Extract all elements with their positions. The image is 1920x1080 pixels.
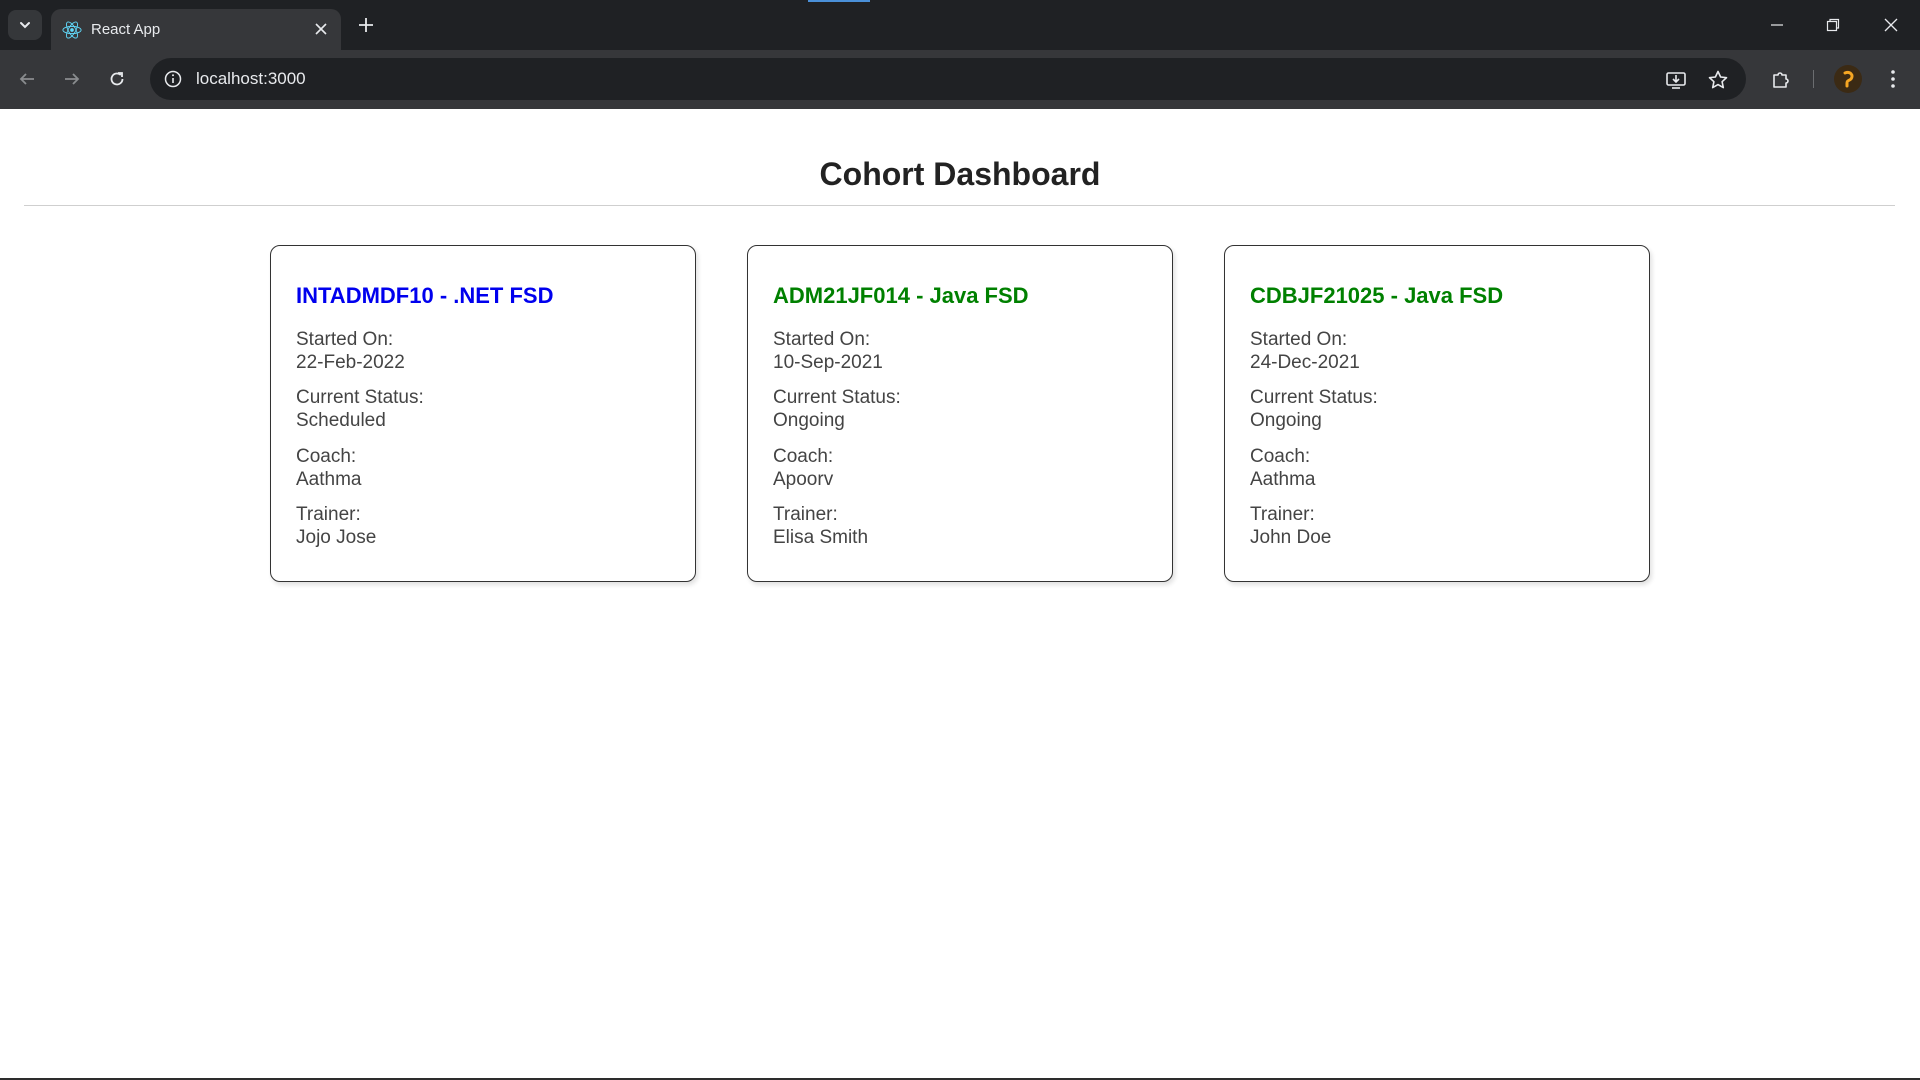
started-on-field: Started On: 24-Dec-2021 [1250,328,1360,374]
reload-button[interactable] [102,64,132,94]
new-tab-button[interactable] [352,11,380,39]
arrow-left-icon [19,73,34,85]
field-label: Coach: [773,446,834,467]
toolbar-separator [1813,70,1814,88]
puzzle-icon [1773,72,1789,88]
field-label: Current Status: [1250,387,1378,408]
bookmark-button[interactable] [1705,67,1731,93]
profile-avatar[interactable] [1834,65,1862,93]
field-value: Aathma [1250,469,1316,490]
field-label: Coach: [296,446,357,467]
field-label: Trainer: [1250,504,1315,525]
profile-icon [1843,71,1854,88]
cohort-card-list: INTADMDF10 - .NET FSD Started On: 22-Feb… [270,245,1652,585]
install-app-icon [1666,72,1686,89]
coach-field: Coach: Apoorv [773,445,833,491]
plus-icon [359,18,373,32]
forward-button[interactable] [57,64,87,94]
minimize-icon [1771,24,1783,26]
trainer-field: Trainer: John Doe [1250,503,1331,549]
chevron-down-icon [20,22,30,29]
restore-button[interactable] [1818,11,1848,39]
tab-title: React App [91,21,161,38]
field-value: 24-Dec-2021 [1250,352,1360,373]
started-on-field: Started On: 22-Feb-2022 [296,328,405,374]
kebab-menu-icon [1891,70,1895,88]
minimize-button[interactable] [1762,11,1792,39]
url-text[interactable]: localhost:3000 [196,69,306,89]
current-status-field: Current Status: Ongoing [773,386,901,432]
arrow-right-icon [65,73,80,85]
header-divider [24,205,1895,206]
info-icon[interactable] [163,69,183,89]
field-label: Trainer: [773,504,838,525]
react-icon [62,21,82,39]
field-value: Jojo Jose [296,527,377,548]
close-window-button[interactable] [1876,11,1906,39]
active-tab[interactable]: React App [51,9,341,50]
loading-indicator [808,0,870,2]
coach-field: Coach: Aathma [1250,445,1315,491]
field-label: Coach: [1250,446,1311,467]
browser-toolbar: localhost:3000 [0,50,1920,109]
field-value: Aathma [296,469,362,490]
field-value: Ongoing [1250,410,1322,431]
cohort-title: ADM21JF014 - Java FSD [773,283,1029,308]
field-value: Ongoing [773,410,845,431]
tab-search-button[interactable] [8,10,42,40]
field-value: Apoorv [773,469,834,490]
trainer-field: Trainer: Elisa Smith [773,503,868,549]
field-value: John Doe [1250,527,1332,548]
current-status-field: Current Status: Ongoing [1250,386,1378,432]
reload-icon [110,72,124,86]
field-label: Trainer: [296,504,361,525]
field-label: Current Status: [773,387,901,408]
back-button[interactable] [12,64,42,94]
field-value: 22-Feb-2022 [296,352,405,373]
restore-icon [1826,18,1840,32]
trainer-field: Trainer: Jojo Jose [296,503,376,549]
close-icon [315,23,327,35]
field-value: Elisa Smith [773,527,869,548]
field-label: Current Status: [296,387,424,408]
field-value: Scheduled [296,410,386,431]
cohort-card: ADM21JF014 - Java FSD Started On: 10-Sep… [747,245,1173,582]
install-app-button[interactable] [1663,67,1689,93]
cohort-card: CDBJF21025 - Java FSD Started On: 24-Dec… [1224,245,1650,582]
browser-tab-strip: React App [0,0,1920,50]
address-bar[interactable]: localhost:3000 [150,58,1746,100]
cohort-title: CDBJF21025 - Java FSD [1250,283,1504,308]
browser-menu-button[interactable] [1878,64,1908,94]
current-status-field: Current Status: Scheduled [296,386,424,432]
cohort-card: INTADMDF10 - .NET FSD Started On: 22-Feb… [270,245,696,582]
close-window-icon [1884,18,1898,32]
field-value: 10-Sep-2021 [773,352,883,373]
field-label: Started On: [773,329,871,350]
coach-field: Coach: Aathma [296,445,361,491]
page-content: Cohort Dashboard INTADMDF10 - .NET FSD S… [0,109,1920,1078]
page-title: Cohort Dashboard [819,156,1101,192]
started-on-field: Started On: 10-Sep-2021 [773,328,883,374]
field-label: Started On: [296,329,394,350]
star-icon [1708,70,1728,89]
tab-close-button[interactable] [311,19,331,39]
extensions-button[interactable] [1766,64,1796,94]
cohort-title: INTADMDF10 - .NET FSD [296,283,554,308]
field-label: Started On: [1250,329,1348,350]
